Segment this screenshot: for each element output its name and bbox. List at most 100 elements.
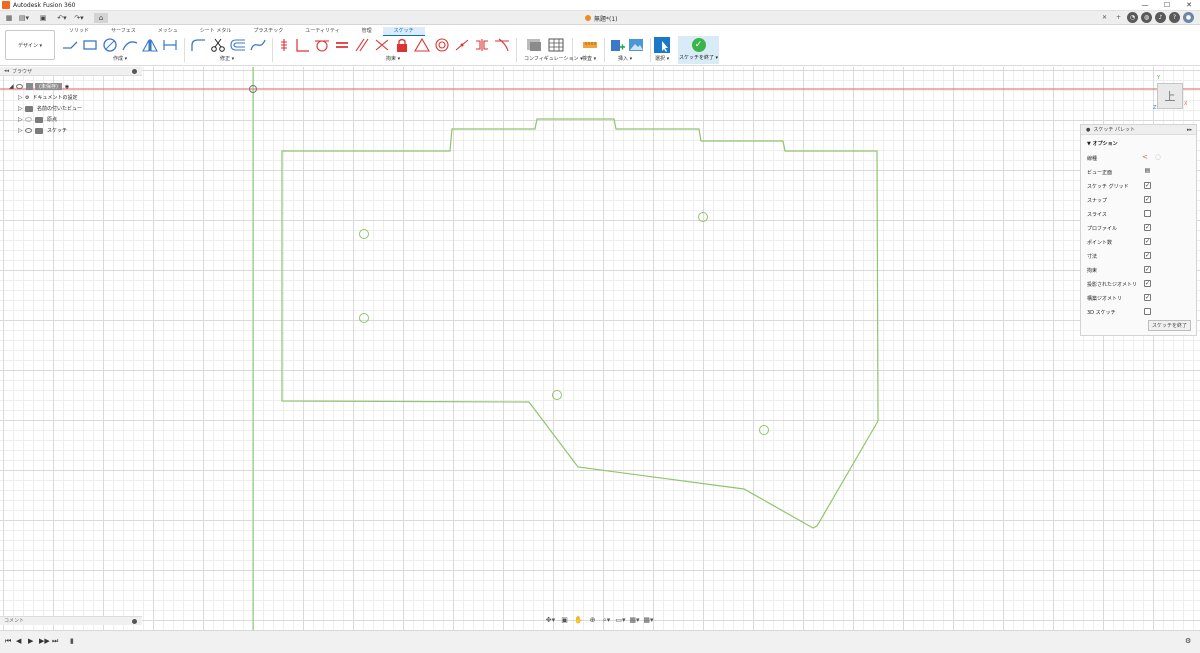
- expand-palette-icon[interactable]: ▸▸: [1187, 127, 1192, 133]
- group-insert[interactable]: 挿入 ▾: [618, 55, 632, 62]
- snap-checkbox[interactable]: ✓: [1144, 196, 1151, 203]
- sketch-canvas[interactable]: [0, 67, 1200, 630]
- group-create[interactable]: 作成 ▾: [113, 55, 127, 62]
- redo-icon[interactable]: ↷▾: [72, 13, 86, 23]
- tab-manage[interactable]: 管理: [351, 27, 383, 36]
- midpoint-constraint-icon[interactable]: [414, 37, 430, 53]
- projected-geometry-checkbox[interactable]: ✓: [1144, 280, 1151, 287]
- spline-tool-icon[interactable]: [250, 37, 266, 53]
- palette-finish-sketch-button[interactable]: スケッチを終了: [1147, 320, 1191, 331]
- concentric-constraint-icon[interactable]: [434, 37, 450, 53]
- expand-icon[interactable]: ▷: [18, 94, 25, 101]
- construction-geometry-checkbox[interactable]: ✓: [1144, 294, 1151, 301]
- comments-panel[interactable]: コメント: [0, 616, 142, 625]
- group-constraints[interactable]: 拘束 ▾: [386, 55, 400, 62]
- collapse-icon[interactable]: ◂◂: [4, 68, 9, 74]
- sketch-palette-header[interactable]: ● スケッチ パレット ▸▸: [1081, 125, 1196, 135]
- grid-snap-icon[interactable]: ▦▾: [629, 616, 640, 624]
- tab-surface[interactable]: サーフェス: [100, 27, 147, 36]
- look-at-nav-icon[interactable]: ▣: [559, 616, 570, 624]
- group-modify[interactable]: 修正 ▾: [220, 55, 234, 62]
- timeline-sketch-marker-icon[interactable]: ▮: [70, 637, 74, 645]
- select-tool-icon[interactable]: [654, 37, 670, 53]
- table-icon[interactable]: [548, 37, 564, 53]
- configure-icon[interactable]: [526, 37, 542, 53]
- workspace-switcher[interactable]: デザイン ▾: [5, 30, 55, 60]
- curvature-constraint-icon[interactable]: [494, 37, 510, 53]
- expand-icon[interactable]: ▷: [18, 127, 25, 134]
- tab-sketch[interactable]: スケッチ: [382, 27, 425, 36]
- finish-sketch-button[interactable]: ✓ スケッチを終了 ▾: [678, 36, 719, 64]
- sketch-grid-checkbox[interactable]: ✓: [1144, 182, 1151, 189]
- options-section-header[interactable]: ▼ オプション: [1081, 135, 1196, 147]
- points-checkbox[interactable]: ✓: [1144, 238, 1151, 245]
- step-back-icon[interactable]: ◀: [16, 637, 21, 645]
- group-inspect[interactable]: 検査 ▾: [582, 55, 596, 62]
- close-window-button[interactable]: ✕: [1178, 0, 1200, 11]
- tab-plastic[interactable]: プラスチック: [242, 27, 294, 36]
- group-select[interactable]: 選択 ▾: [655, 55, 669, 62]
- undo-icon[interactable]: ↶▾: [55, 13, 69, 23]
- activate-radio-icon[interactable]: ◉: [65, 84, 69, 90]
- viewcube-face-top[interactable]: 上: [1165, 88, 1176, 104]
- fillet-tool-icon[interactable]: [190, 37, 206, 53]
- constraints-checkbox[interactable]: ✓: [1144, 266, 1151, 273]
- line-type-icon[interactable]: <: [1142, 153, 1148, 161]
- construction-line-icon[interactable]: ◌: [1155, 153, 1161, 161]
- coincident-constraint-icon[interactable]: [276, 37, 292, 53]
- go-to-end-icon[interactable]: ⏭: [52, 637, 58, 646]
- tab-solid[interactable]: ソリッド: [58, 27, 100, 36]
- save-icon[interactable]: ▣: [38, 13, 48, 23]
- group-configure[interactable]: コンフィギュレーション ▾: [524, 55, 583, 62]
- offset-tool-icon[interactable]: [230, 37, 246, 53]
- visibility-icon[interactable]: [25, 117, 32, 122]
- viewcube[interactable]: 上: [1157, 83, 1183, 109]
- expand-icon[interactable]: ▷: [18, 105, 25, 112]
- document-tab[interactable]: 無題*(1): [585, 13, 618, 23]
- grid-menu-icon[interactable]: ▦: [4, 13, 14, 23]
- orbit-icon[interactable]: ✥▾: [545, 616, 556, 624]
- line-tool-icon[interactable]: [62, 37, 78, 53]
- insert-image-icon[interactable]: [628, 37, 644, 53]
- symmetry-constraint-icon[interactable]: [474, 37, 490, 53]
- browser-options-icon[interactable]: [132, 69, 137, 74]
- step-forward-icon[interactable]: ▶▶: [39, 637, 50, 645]
- expand-icon[interactable]: ◢: [9, 83, 16, 90]
- tab-sheet-metal[interactable]: シート メタル: [189, 27, 243, 36]
- 3d-sketch-checkbox[interactable]: [1144, 308, 1151, 315]
- minimize-button[interactable]: —: [1134, 0, 1156, 11]
- go-to-start-icon[interactable]: ⏮: [5, 637, 11, 646]
- display-settings-icon[interactable]: ▭▾: [615, 616, 626, 624]
- visibility-icon[interactable]: [25, 128, 32, 133]
- trim-tool-icon[interactable]: [210, 37, 226, 53]
- parallel-constraint-icon[interactable]: [354, 37, 370, 53]
- horizontal-vertical-constraint-icon[interactable]: [454, 37, 470, 53]
- insert-derive-icon[interactable]: [610, 37, 626, 53]
- rectangle-tool-icon[interactable]: [82, 37, 98, 53]
- home-icon[interactable]: ⌂: [94, 13, 108, 23]
- browser-item-origin[interactable]: ▷ 原点: [18, 115, 57, 124]
- visibility-icon[interactable]: [16, 84, 23, 89]
- circle-tool-icon[interactable]: [102, 37, 118, 53]
- tab-mesh[interactable]: メッシュ: [147, 27, 189, 36]
- viewports-icon[interactable]: ▦▾: [643, 616, 654, 624]
- zoom-window-icon[interactable]: ⌕▾: [601, 616, 612, 625]
- browser-item-sketches[interactable]: ▷ スケッチ: [18, 126, 67, 135]
- job-status-icon[interactable]: ◍: [1141, 12, 1152, 23]
- zoom-icon[interactable]: ⊕: [587, 616, 598, 624]
- maximize-button[interactable]: ☐: [1156, 0, 1178, 11]
- tangent-constraint-icon[interactable]: [314, 37, 330, 53]
- pan-icon[interactable]: ✋: [573, 616, 584, 624]
- browser-root[interactable]: ◢ (未保存) ◉: [9, 82, 69, 91]
- user-avatar[interactable]: ●: [1183, 12, 1194, 23]
- tab-utilities[interactable]: ユーティリティ: [294, 27, 350, 36]
- mirror-tool-icon[interactable]: [142, 37, 158, 53]
- timeline-settings-icon[interactable]: ⚙: [1185, 637, 1191, 645]
- perpendicular-constraint-icon[interactable]: [294, 37, 310, 53]
- close-tab-icon[interactable]: ✕: [1099, 12, 1110, 23]
- arc-tool-icon[interactable]: [122, 37, 138, 53]
- comments-add-icon[interactable]: [132, 619, 137, 624]
- slice-checkbox[interactable]: [1144, 210, 1151, 217]
- play-icon[interactable]: ▶: [28, 637, 33, 645]
- browser-item-named-views[interactable]: ▷ 名前の付いたビュー: [18, 104, 82, 113]
